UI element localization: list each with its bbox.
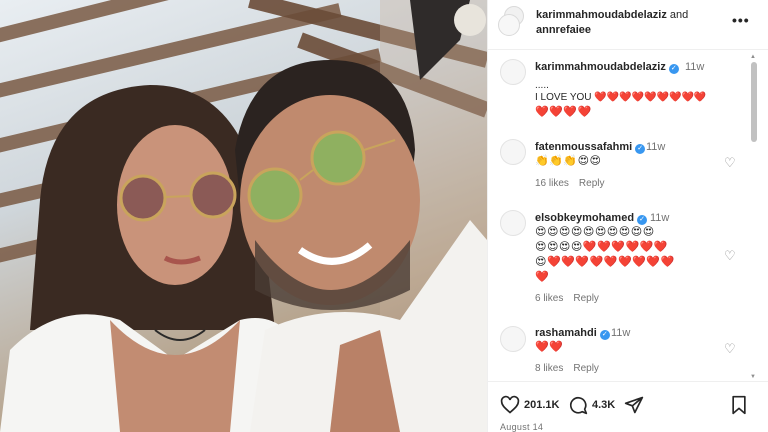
heart-icon (500, 395, 520, 414)
avatar[interactable] (500, 59, 526, 85)
comment-meta: 16 likes Reply (535, 178, 614, 189)
post-header: karimmahmoudabdelaziz and annrefaiee ••• (488, 0, 768, 50)
comment-username[interactable]: elsobkeymohamed ✓ (535, 212, 648, 225)
verified-badge-icon: ✓ (668, 64, 679, 74)
avatar[interactable] (500, 326, 526, 352)
comment-text: I LOVE YOU ❤️❤️❤️❤️❤️❤️❤️❤️❤️ (535, 92, 707, 103)
comment-emojis: ❤️ (535, 271, 550, 283)
heart-icon[interactable]: ♡ (724, 155, 736, 171)
comments-list: karimmahmoudabdelaziz ✓ 11w ..... I LOVE … (488, 51, 768, 381)
author-avatars[interactable] (498, 6, 528, 36)
comment-likes[interactable]: 8 likes (535, 363, 563, 374)
comment-time[interactable]: 11w (685, 61, 704, 73)
comment-time[interactable]: 11w (646, 141, 665, 153)
comment-icon (569, 396, 588, 415)
comment-meta: 8 likes Reply (535, 363, 609, 374)
likes-count: 201.1K (524, 399, 560, 411)
comment-likes[interactable]: 16 likes (535, 178, 569, 189)
comment-button[interactable]: 4.3K (568, 394, 615, 416)
more-icon[interactable]: ••• (732, 12, 750, 28)
comment-username[interactable]: karimmahmoudabdelaziz ✓ (535, 61, 679, 74)
author-link[interactable]: annrefaiee (536, 24, 591, 36)
save-button[interactable] (730, 394, 752, 416)
scroll-up-icon[interactable]: ▲ (750, 54, 756, 60)
comment-username[interactable]: rashamahdi ✓ (535, 327, 610, 340)
and-text: and (669, 9, 689, 21)
comment-emojis: 😍❤️❤️❤️❤️❤️❤️❤️❤️❤️ (535, 256, 675, 268)
share-button[interactable] (624, 394, 648, 416)
scrollbar-thumb[interactable] (751, 62, 757, 142)
comment-emojis: ❤️❤️❤️❤️ (535, 106, 592, 118)
heart-icon[interactable]: ♡ (724, 341, 736, 357)
comments-scrollbar[interactable]: ▲ ▼ (750, 54, 758, 380)
avatar[interactable] (500, 210, 526, 236)
verified-badge-icon: ✓ (637, 215, 648, 225)
bookmark-icon (732, 395, 746, 415)
share-icon (624, 396, 644, 414)
post-date[interactable]: August 14 (500, 422, 543, 432)
post-authors: karimmahmoudabdelaziz and annrefaiee (536, 8, 726, 38)
comment-emojis: 😍😍😍😍😍😍😍😍😍😍 (535, 226, 655, 238)
verified-badge-icon: ✓ (635, 144, 646, 154)
comment-emojis: 👏👏👏😍😍 (535, 155, 602, 167)
post-photo[interactable] (0, 0, 487, 432)
comment-emojis: ❤️❤️ (535, 341, 564, 353)
comment-meta: 6 likes Reply (535, 293, 609, 304)
comments-count: 4.3K (592, 399, 616, 411)
reply-button[interactable]: Reply (579, 178, 605, 189)
avatar[interactable] (500, 139, 526, 165)
comment-time[interactable]: 11w (611, 327, 630, 339)
comment-emojis: 😍😍😍😍❤️❤️❤️❤️❤️❤️ (535, 241, 669, 253)
reply-button[interactable]: Reply (573, 293, 599, 304)
avatar[interactable] (498, 14, 520, 36)
comment-likes[interactable]: 6 likes (535, 293, 563, 304)
author-link[interactable]: karimmahmoudabdelaziz (536, 9, 667, 21)
couple-selfie-image (0, 0, 487, 432)
comment-time[interactable]: 11w (650, 212, 669, 224)
scroll-down-icon[interactable]: ▼ (750, 374, 756, 380)
comment-username[interactable]: fatenmoussafahmi ✓ (535, 141, 646, 154)
post-panel: karimmahmoudabdelaziz and annrefaiee •••… (487, 0, 768, 432)
like-button[interactable]: 201.1K (500, 394, 559, 416)
post-actions: 201.1K 4.3K August 14 (488, 381, 768, 432)
verified-badge-icon: ✓ (599, 330, 610, 340)
reply-button[interactable]: Reply (573, 363, 599, 374)
heart-icon[interactable]: ♡ (724, 248, 736, 264)
